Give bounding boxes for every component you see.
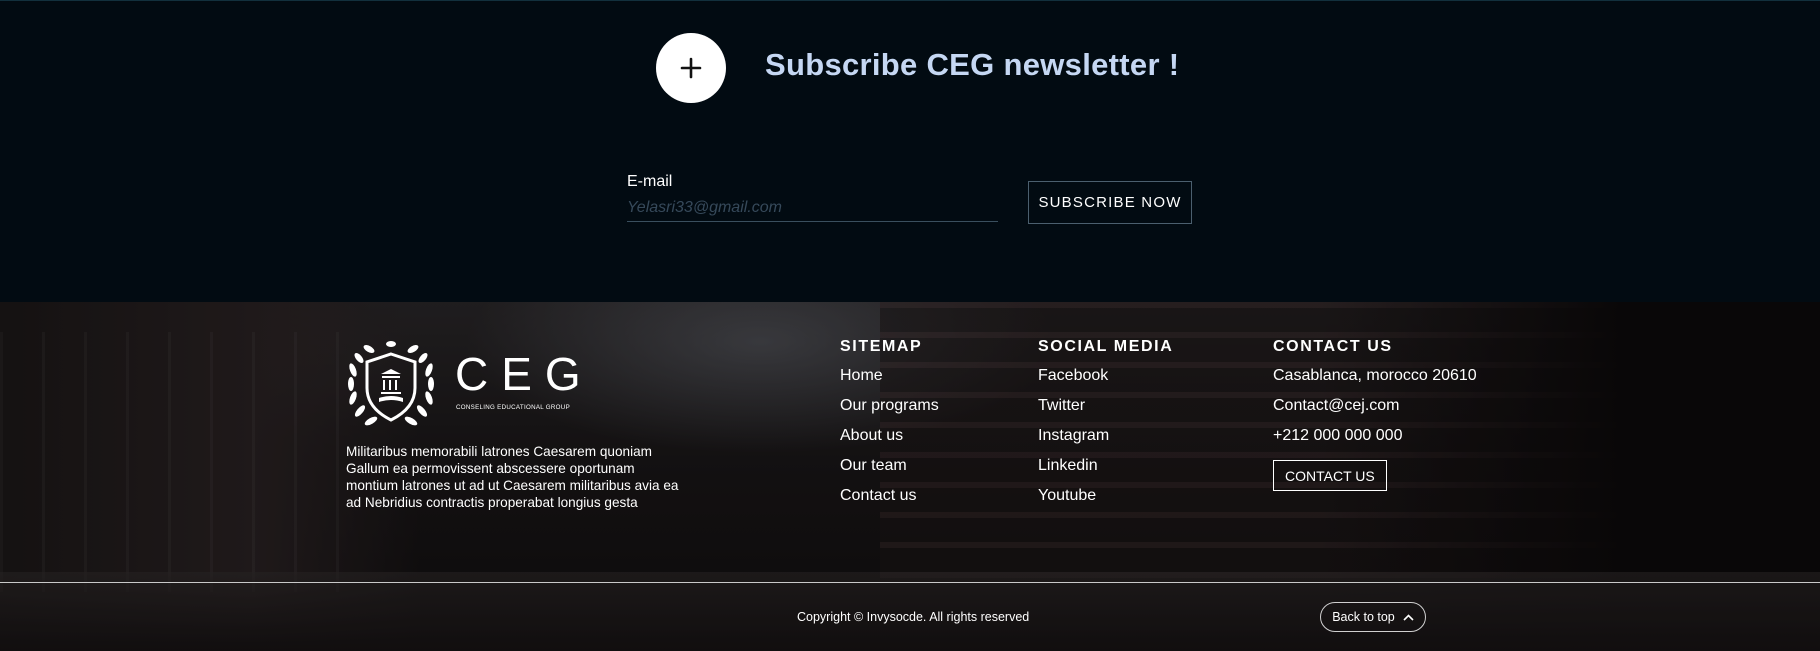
contact-heading: CONTACT US xyxy=(1273,338,1393,355)
back-to-top-label: Back to top xyxy=(1332,610,1395,624)
contact-us-button[interactable]: CONTACT US xyxy=(1273,460,1387,491)
social-media-column: SOCIAL MEDIA Facebook Twitter Instagram … xyxy=(1038,338,1173,516)
newsletter-section: Subscribe CEG newsletter ! E-mail SUBSCR… xyxy=(0,0,1820,302)
email-label: E-mail xyxy=(627,173,673,190)
subscribe-button[interactable]: SUBSCRIBE NOW xyxy=(1028,181,1192,224)
social-link-linkedin[interactable]: Linkedin xyxy=(1038,456,1173,486)
contact-column: CONTACT US Casablanca, morocco 20610 Con… xyxy=(1273,338,1477,491)
chevron-up-icon xyxy=(1403,613,1414,621)
back-to-top-button[interactable]: Back to top xyxy=(1320,602,1426,632)
sitemap-link-contact[interactable]: Contact us xyxy=(840,486,939,516)
social-heading: SOCIAL MEDIA xyxy=(1038,338,1174,355)
plus-icon xyxy=(680,57,702,79)
newsletter-title: Subscribe CEG newsletter ! xyxy=(765,47,1180,82)
logo-subtitle: CONSELING EDUCATIONAL GROUP xyxy=(456,404,570,411)
social-link-twitter[interactable]: Twitter xyxy=(1038,396,1173,426)
contact-address: Casablanca, morocco 20610 xyxy=(1273,367,1477,384)
svg-text:CEG: CEG xyxy=(455,348,585,400)
sitemap-link-home[interactable]: Home xyxy=(840,366,939,396)
sitemap-link-programs[interactable]: Our programs xyxy=(840,396,939,426)
newsletter-expand-button[interactable] xyxy=(656,33,726,103)
copyright-text: Copyright © Invysocde. All rights reserv… xyxy=(797,610,1030,624)
sitemap-link-about[interactable]: About us xyxy=(840,426,939,456)
footer-description: Militaribus memorabili latrones Caesarem… xyxy=(346,444,679,510)
contact-phone: +212 000 000 000 xyxy=(1273,427,1403,444)
sitemap-link-team[interactable]: Our team xyxy=(840,456,939,486)
email-input[interactable] xyxy=(627,194,998,222)
sitemap-column: SITEMAP Home Our programs About us Our t… xyxy=(840,338,939,516)
social-link-youtube[interactable]: Youtube xyxy=(1038,486,1173,516)
social-link-instagram[interactable]: Instagram xyxy=(1038,426,1173,456)
social-link-facebook[interactable]: Facebook xyxy=(1038,366,1173,396)
sitemap-heading: SITEMAP xyxy=(840,338,923,355)
contact-email: Contact@cej.com xyxy=(1273,397,1400,414)
ceg-logo[interactable]: CEG CONSELING EDUCATIONAL GROUP xyxy=(345,340,585,434)
footer-divider xyxy=(0,582,1820,583)
